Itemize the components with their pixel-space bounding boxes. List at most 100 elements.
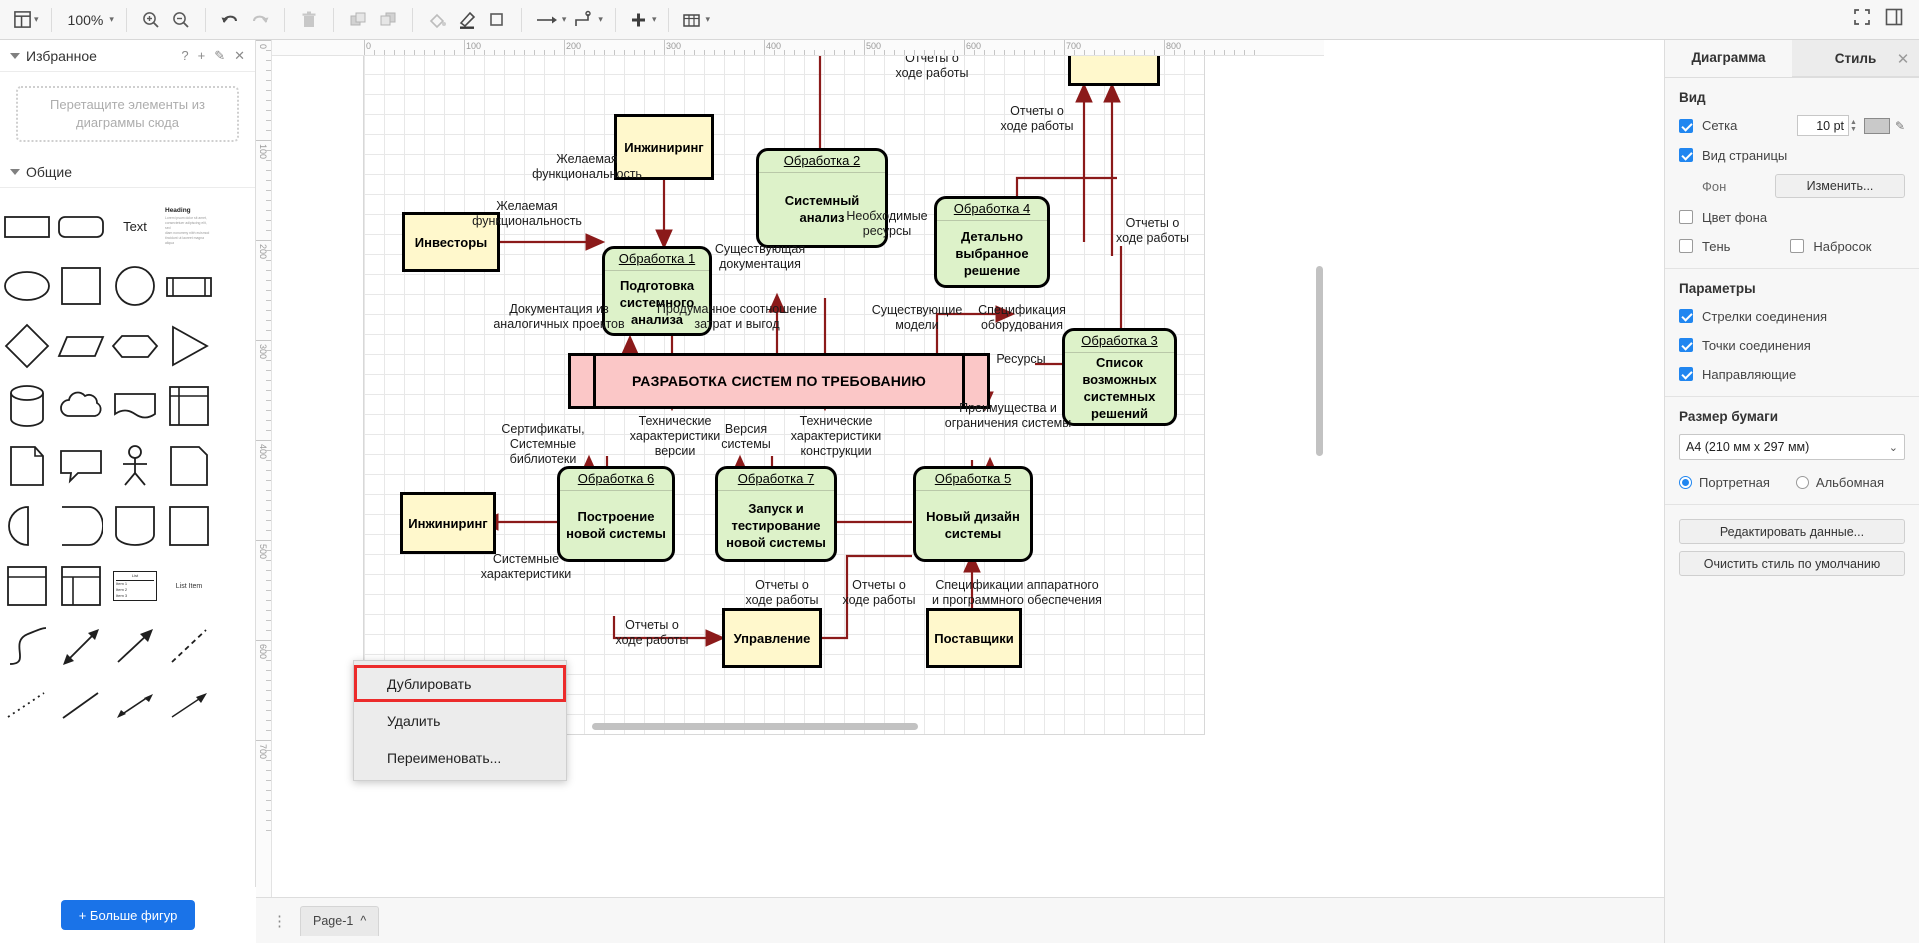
- close-icon[interactable]: ✕: [1893, 49, 1913, 69]
- scrollbar-thumb[interactable]: [1316, 266, 1323, 456]
- page-view-checkbox[interactable]: [1679, 148, 1693, 162]
- shape-heading-textblock[interactable]: Heading Lorem ipsum dolor sit amet, conse…: [163, 200, 215, 252]
- diagram-canvas[interactable]: Инжиниринг Инвесторы Инжиниринг Управлен…: [272, 56, 1324, 943]
- fill-color-button[interactable]: [422, 5, 452, 35]
- node-external-suppliers[interactable]: Поставщики: [926, 608, 1022, 668]
- background-change-button[interactable]: Изменить...: [1775, 174, 1905, 198]
- shadow-checkbox[interactable]: [1679, 239, 1693, 253]
- more-shapes-button[interactable]: + Больше фигур: [60, 900, 196, 930]
- insert-button[interactable]: ▾: [625, 5, 660, 35]
- node-process-4[interactable]: Обработка 4 Детально выбранное решение: [934, 196, 1050, 288]
- shape-triangle[interactable]: [163, 320, 215, 372]
- node-process-5[interactable]: Обработка 5 Новый дизайн системы: [913, 466, 1033, 562]
- page-tab-page-1[interactable]: Page-1 ^: [300, 905, 380, 936]
- grid-size-stepper[interactable]: ▲▼ ✎: [1797, 115, 1905, 136]
- shape-curve[interactable]: [1, 620, 53, 672]
- node-process-1[interactable]: Обработка 1 Подготовка системного анализ…: [602, 246, 712, 336]
- shape-note[interactable]: [163, 440, 215, 492]
- shape-callout[interactable]: [55, 440, 107, 492]
- shape-square[interactable]: [55, 260, 107, 312]
- shadow-button[interactable]: [482, 5, 512, 35]
- shape-dashed-line[interactable]: [163, 620, 215, 672]
- waypoints-button[interactable]: ▾: [569, 5, 606, 35]
- paper-size-select[interactable]: A4 (210 мм x 297 мм) ⌄: [1679, 434, 1905, 460]
- shape-rounded-rectangle[interactable]: [55, 200, 107, 252]
- background-color-checkbox[interactable]: [1679, 210, 1693, 224]
- zoom-out-button[interactable]: [166, 5, 196, 35]
- node-external-management[interactable]: Управление: [722, 608, 822, 668]
- shape-ellipse[interactable]: [1, 260, 53, 312]
- shape-process[interactable]: [163, 260, 215, 312]
- context-menu-duplicate[interactable]: Дублировать: [354, 665, 566, 702]
- shape-container[interactable]: [109, 500, 161, 552]
- sketch-checkbox[interactable]: [1790, 239, 1805, 253]
- edit-icon[interactable]: ✎: [214, 48, 225, 64]
- line-color-button[interactable]: [452, 5, 482, 35]
- shape-square2[interactable]: [163, 500, 215, 552]
- node-external-top-right[interactable]: [1068, 56, 1160, 86]
- shape-document[interactable]: [109, 380, 161, 432]
- zoom-dropdown[interactable]: 100% ▾: [61, 5, 117, 35]
- shape-bidirectional-arrow[interactable]: [55, 620, 107, 672]
- orientation-portrait-radio[interactable]: [1679, 475, 1692, 489]
- close-icon[interactable]: ✕: [234, 48, 245, 64]
- connection-arrow-button[interactable]: ▾: [531, 5, 570, 35]
- collapse-triangle-icon[interactable]: [10, 52, 20, 59]
- shape-circle[interactable]: [109, 260, 161, 312]
- canvas-vertical-scrollbar[interactable]: [1314, 56, 1324, 943]
- fullscreen-button[interactable]: [1853, 8, 1871, 31]
- guides-checkbox[interactable]: [1679, 367, 1693, 381]
- orientation-landscape-radio[interactable]: [1795, 475, 1809, 489]
- shape-parallelogram[interactable]: [55, 320, 107, 372]
- connection-points-checkbox[interactable]: [1679, 338, 1693, 352]
- shape-half-circle[interactable]: [1, 500, 53, 552]
- node-external-engineering-bottom[interactable]: Инжиниринг: [400, 492, 496, 554]
- stepper-arrows-icon[interactable]: ▲ ▼: [1850, 119, 1857, 133]
- shape-text[interactable]: Text: [109, 200, 161, 252]
- scrollbar-thumb[interactable]: [592, 723, 918, 730]
- shape-cylinder[interactable]: [1, 380, 53, 432]
- node-process-3[interactable]: Обработка 3 Список возможных системных р…: [1062, 328, 1177, 426]
- shape-double-arrow[interactable]: [109, 680, 161, 732]
- shape-diamond[interactable]: [1, 320, 53, 372]
- to-front-button[interactable]: [343, 5, 373, 35]
- favorites-dropzone[interactable]: Перетащите элементы из диаграммы сюда: [16, 86, 239, 142]
- context-menu-rename[interactable]: Переименовать...: [354, 739, 566, 776]
- zoom-in-button[interactable]: [136, 5, 166, 35]
- tab-diagram[interactable]: Диаграмма: [1665, 40, 1792, 77]
- collapse-triangle-icon[interactable]: [10, 168, 20, 175]
- general-section-header[interactable]: Общие: [0, 156, 255, 188]
- context-menu-delete[interactable]: Удалить: [354, 702, 566, 739]
- shape-page[interactable]: [1, 440, 53, 492]
- grid-checkbox[interactable]: [1679, 118, 1693, 133]
- node-external-investors[interactable]: Инвесторы: [402, 212, 500, 272]
- help-icon[interactable]: ?: [181, 48, 188, 64]
- clear-default-style-button[interactable]: Очистить стиль по умолчанию: [1679, 551, 1905, 576]
- shape-actor[interactable]: [109, 440, 161, 492]
- node-process-2[interactable]: Обработка 2 Системный анализ: [756, 148, 888, 248]
- grid-color-pen-icon[interactable]: ✎: [1895, 119, 1905, 133]
- node-central-system-development[interactable]: РАЗРАБОТКА СИСТЕМ ПО ТРЕБОВАНИЮ: [568, 353, 990, 409]
- grid-color-swatch[interactable]: [1863, 117, 1890, 134]
- view-layout-button[interactable]: ▾: [10, 5, 42, 35]
- redo-button[interactable]: [245, 5, 275, 35]
- shape-hexagon[interactable]: [109, 320, 161, 372]
- shape-cloud[interactable]: [55, 380, 107, 432]
- shape-internal-storage[interactable]: [163, 380, 215, 432]
- shape-line[interactable]: [55, 680, 107, 732]
- delete-button[interactable]: [294, 5, 324, 35]
- shape-thin-arrow[interactable]: [163, 680, 215, 732]
- edit-data-button[interactable]: Редактировать данные...: [1679, 519, 1905, 544]
- connection-arrows-checkbox[interactable]: [1679, 309, 1693, 323]
- shape-arrow-up-right[interactable]: [109, 620, 161, 672]
- shape-list-item-labels[interactable]: List Item 1 Item 2 Item 3: [109, 560, 161, 612]
- grid-size-input[interactable]: [1797, 115, 1849, 136]
- chevron-up-icon[interactable]: ^: [360, 914, 366, 928]
- page-menu-icon[interactable]: ⋮: [266, 912, 294, 930]
- shape-list-box[interactable]: [1, 560, 53, 612]
- shape-list-item[interactable]: List Item: [163, 560, 215, 612]
- shape-list-table[interactable]: [55, 560, 107, 612]
- format-panel-button[interactable]: [1885, 8, 1903, 31]
- favorites-section-header[interactable]: Избранное ? + ✎ ✕: [0, 40, 255, 72]
- shape-partial-rectangle[interactable]: [55, 500, 107, 552]
